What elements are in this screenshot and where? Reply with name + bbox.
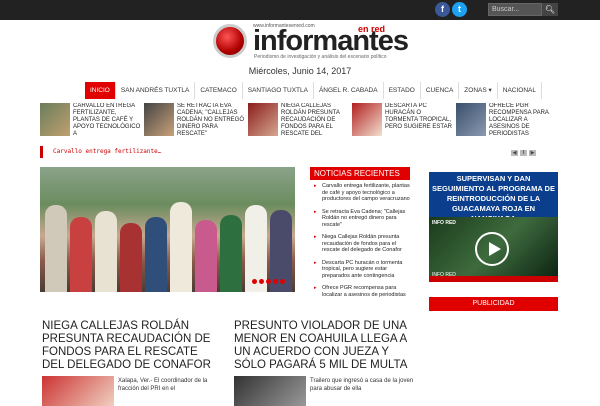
breaking-news-text[interactable]: Carvallo entrega fertilizante… <box>53 148 161 155</box>
headline-item[interactable]: CARVALLO ENTREGA FERTILIZANTE, PLANTAS D… <box>40 103 144 139</box>
article-card[interactable]: NIEGA CALLEJAS ROLDÁN PRESUNTA RECAUDACI… <box>42 320 222 406</box>
breaking-news-bar: Carvallo entrega fertilizante… <box>40 146 540 158</box>
advertising-header: PUBLICIDAD <box>429 297 558 311</box>
logo-icon[interactable] <box>213 24 247 58</box>
slider-dot[interactable] <box>259 279 264 284</box>
article-photo[interactable] <box>42 376 114 406</box>
headline-thumbnail[interactable] <box>144 103 174 136</box>
slider-dot[interactable] <box>252 279 257 284</box>
headline-thumbnail[interactable] <box>248 103 278 136</box>
article-title[interactable]: NIEGA CALLEJAS ROLDÁN PRESUNTA RECAUDACI… <box>42 320 222 372</box>
recent-news-item[interactable]: Se retracta Eva Cadena; "Callejas Roldán… <box>310 206 410 232</box>
recent-news-item[interactable]: Carvallo entrega fertilizante, plantas d… <box>310 180 410 206</box>
headline-text[interactable]: OFRECE PGR RECOMPENSA PARA LOCALIZAR A A… <box>489 103 558 138</box>
next-icon[interactable]: ▶ <box>529 150 536 156</box>
recent-news-item[interactable]: Niega Callejas Roldán presunta recaudaci… <box>310 231 410 257</box>
headline-item[interactable]: SE RETRACTA EVA CADENA; "CALLEJAS ROLDÁN… <box>144 103 248 139</box>
logo-suffix: en red <box>358 24 386 34</box>
headline-thumbnail[interactable] <box>456 103 486 136</box>
headline-thumbnail[interactable] <box>352 103 382 136</box>
headline-text[interactable]: NIEGA CALLEJAS ROLDÁN PRESUNTA RECAUDACI… <box>281 103 350 138</box>
recent-news-item[interactable]: Ofrece PGR recompensa para localizar a a… <box>310 282 410 301</box>
pause-icon[interactable]: ‖ <box>520 150 527 156</box>
promo-banner[interactable]: SUPERVISAN Y DAN SEGUIMIENTO AL PROGRAMA… <box>429 172 558 282</box>
headline-thumbnail[interactable] <box>40 103 70 136</box>
headline-item[interactable]: NIEGA CALLEJAS ROLDÁN PRESUNTA RECAUDACI… <box>248 103 352 139</box>
nav-item-catemaco[interactable]: CATEMACO <box>195 82 243 99</box>
slider-dot[interactable] <box>266 279 271 284</box>
logo-tagline: Periodismo de investigación y análisis d… <box>254 54 387 60</box>
current-date: Miércoles, Junio 14, 2017 <box>248 66 352 76</box>
article-photo[interactable] <box>234 376 306 406</box>
featured-slider[interactable] <box>40 167 295 292</box>
headline-strip: CARVALLO ENTREGA FERTILIZANTE, PLANTAS D… <box>40 103 560 139</box>
recent-news: NOTICIAS RECIENTES Carvallo entrega fert… <box>310 167 410 301</box>
recent-news-title: NOTICIAS RECIENTES <box>310 167 410 180</box>
nav-item-santiago-tuxtla[interactable]: SANTIAGO TUXTLA <box>243 82 314 99</box>
article-title[interactable]: PRESUNTO VIOLADOR DE UNA MENOR EN COAHUI… <box>234 320 414 372</box>
video-progress-strip <box>429 276 558 282</box>
breaking-controls: ◀ ‖ ▶ <box>511 150 536 156</box>
headline-item[interactable]: DESCARTA PC HURACÁN O TORMENTA TROPICAL,… <box>352 103 456 139</box>
video-label: INFO RED <box>432 220 456 226</box>
main-nav: INICIO SAN ANDRÉS TUXTLA CATEMACO SANTIA… <box>85 82 542 99</box>
article-card[interactable]: PRESUNTO VIOLADOR DE UNA MENOR EN COAHUI… <box>234 320 414 406</box>
headline-text[interactable]: CARVALLO ENTREGA FERTILIZANTE, PLANTAS D… <box>73 103 142 138</box>
nav-item-san-andres-tuxtla[interactable]: SAN ANDRÉS TUXTLA <box>116 82 196 99</box>
slider-dots <box>252 279 285 284</box>
nav-item-estado[interactable]: ESTADO <box>384 82 421 99</box>
top-bar: f t Buscar... 🔍︎ <box>0 0 600 20</box>
nav-item-nacional[interactable]: NACIONAL <box>498 82 542 99</box>
search-input[interactable]: Buscar... <box>488 3 542 16</box>
nav-item-angel-r-cabada[interactable]: ÁNGEL R. CABADA <box>314 82 384 99</box>
slider-dot[interactable] <box>280 279 285 284</box>
twitter-icon[interactable]: t <box>452 2 467 17</box>
headline-item[interactable]: OFRECE PGR RECOMPENSA PARA LOCALIZAR A A… <box>456 103 560 139</box>
promo-video[interactable]: INFO RED INFO RED <box>429 217 558 282</box>
slider-dot[interactable] <box>273 279 278 284</box>
headline-text[interactable]: SE RETRACTA EVA CADENA; "CALLEJAS ROLDÁN… <box>177 103 246 138</box>
previous-icon[interactable]: ◀ <box>511 150 518 156</box>
headline-text[interactable]: DESCARTA PC HURACÁN O TORMENTA TROPICAL,… <box>385 103 454 138</box>
recent-news-item[interactable]: Descarta PC huracán o tormenta tropical,… <box>310 257 410 283</box>
nav-item-cuenca[interactable]: CUENCA <box>421 82 460 99</box>
facebook-icon[interactable]: f <box>435 2 450 17</box>
search-icon[interactable]: 🔍︎ <box>542 3 558 16</box>
play-icon[interactable] <box>475 232 509 266</box>
nav-item-inicio[interactable]: INICIO <box>85 82 116 99</box>
nav-item-zonas[interactable]: ZONAS ▾ <box>459 82 498 99</box>
